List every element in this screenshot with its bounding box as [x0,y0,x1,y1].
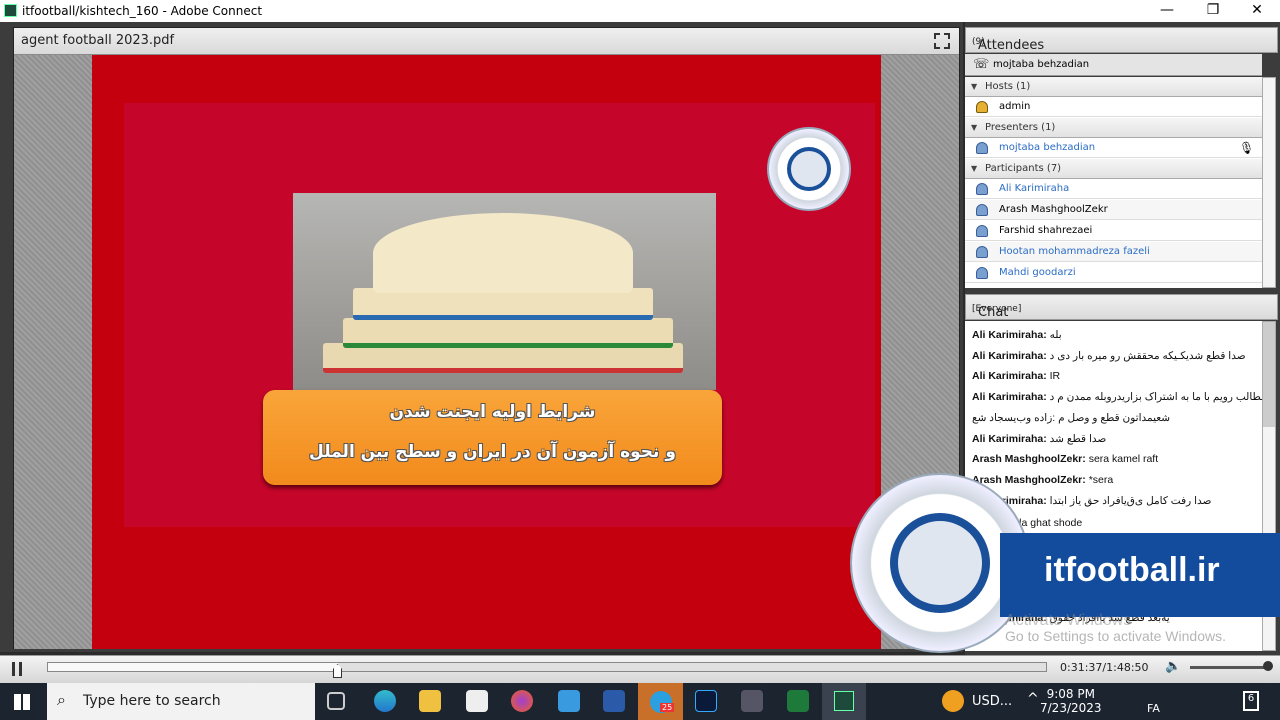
maximize-button[interactable]: ❐ [1190,0,1236,22]
tray-chevron-icon[interactable]: ^ [1027,691,1039,707]
group-participants[interactable]: ▼ Participants (7) [965,159,1262,179]
phone-icon: ☏ [973,57,990,72]
chat-sender: Arash MashghoolZekr: [972,473,1086,486]
chat-sender: Arash MashghoolZekr: [972,453,1086,466]
title-bar: itfootball/kishtech_160 - Adobe Connect … [0,0,1280,22]
user-icon [976,267,988,279]
adobe-connect-taskbar-button[interactable] [822,683,866,720]
playback-time: 0:31:37/1:48:50 [1060,661,1149,674]
app-icon [4,4,17,17]
chat-sender: Ali Karimiraha: [972,329,1047,341]
chat-message: Arash MashghoolZekr: sera kamel raft [972,453,1158,465]
chat-text: sera kamel raft [1088,453,1159,466]
currency-widget[interactable]: USD... [972,694,1012,709]
chat-header: Chat [Everyone] [965,294,1278,320]
edge-icon[interactable] [374,690,396,712]
attendee-row[interactable]: Ali Karimiraha [965,179,1262,199]
firefox-icon[interactable] [511,690,533,712]
microphone-icon: 🎙 [1239,141,1255,155]
close-button[interactable]: ✕ [1234,0,1280,22]
slide-title-banner: شرایط اولیه ایجنت شدن و نحوه آزمون آن در… [263,390,722,485]
word-icon[interactable] [603,690,625,712]
chat-text: *sera [1088,473,1114,486]
calculator-icon[interactable] [741,690,763,712]
attendee-list: ▼ Hosts (1) admin ▼ Presenters (1) mojtaba… [965,77,1262,288]
file-explorer-icon[interactable] [419,690,441,712]
search-placeholder: Type here to search [83,693,221,709]
notifications-icon[interactable]: 6 [1243,691,1259,711]
chat-sender: Ali Karimiraha: [972,432,1047,445]
windows-start-icon[interactable] [14,694,30,710]
mobile-user-icon [976,204,988,216]
attendee-admin[interactable]: admin [965,97,1262,117]
group-presenters[interactable]: ▼ Presenters (1) [965,118,1262,138]
chat-title: Chat [978,305,1009,320]
chat-text: شعیمداتون قطع و وصل م :زاده وب‌یسجاد شع [972,411,1171,424]
minimize-button[interactable]: — [1144,0,1190,22]
mobile-user-icon [976,225,988,237]
volume-handle[interactable] [1263,661,1273,671]
presenter-icon [976,142,988,154]
phone-user-row[interactable]: ☏ mojtaba behzadian [965,54,1262,76]
chat-message: Ali Karimiraha: صدا قطع شد [972,433,1106,445]
chat-message: Ali Karimiraha: صدا قطع شدیکـیکه محققش ر… [972,350,1246,362]
volume-icon[interactable]: 🔈 [1165,659,1181,674]
activate-windows-text: Go to Settings to activate Windows. [1005,628,1226,644]
chat-message: Ali Karimiraha: IR [972,370,1060,382]
pause-button[interactable] [12,662,22,676]
telegram-badge: 25 [660,703,675,712]
clock[interactable]: 9:08 PM 7/23/2023 [1040,687,1102,715]
chat-text: مطالب رویم با ما به اشتراک بزاریدروبله م… [1049,391,1262,404]
chat-text: صدا رفت کامل ی‌ق‌یافراد حق یاز ابتدا [1049,494,1212,507]
attendee-scrollbar[interactable] [1262,77,1276,288]
volume-slider[interactable] [1190,666,1268,669]
language-indicator[interactable]: FA [1147,702,1160,715]
currency-icon[interactable] [942,690,964,712]
attendee-presenter[interactable]: mojtaba behzadian 🎙 [965,138,1262,158]
adobe-connect-icon [834,691,854,711]
host-icon [976,101,988,113]
attendee-row[interactable]: Arash MashghoolZekr [965,200,1262,220]
chat-message: Arash MashghoolZekr: *sera [972,474,1113,486]
chat-message: Ali Karimiraha: بله [972,329,1062,341]
chat-message: Ali Karimiraha: مطالب رویم با ما به اشتر… [972,391,1262,403]
taskbar-search[interactable]: ⌕ Type here to search [47,683,315,720]
slide-title-line1: شرایط اولیه ایجنت شدن [389,402,596,422]
attendee-row[interactable]: Mahdi goodarzi [965,263,1262,283]
group-hosts[interactable]: ▼ Hosts (1) [965,77,1262,97]
slide-logo [767,127,851,211]
user-icon [976,246,988,258]
chat-sender: Ali Karimiraha: [972,391,1047,404]
books-image [293,193,716,390]
window-title: itfootball/kishtech_160 - Adobe Connect [22,4,263,18]
attendee-row[interactable]: Farshid shahrezaei [965,221,1262,241]
attendee-row[interactable]: Hootan mohammadreza fazeli [965,242,1262,262]
attendees-title: Attendees [978,38,1045,53]
task-view-icon[interactable] [327,692,345,710]
store-icon[interactable] [466,690,488,712]
chat-text: صدا قطع شد [1049,432,1107,445]
user-icon [976,183,988,195]
excel-icon[interactable] [787,690,809,712]
fullscreen-icon[interactable] [934,33,950,49]
telegram-taskbar-button[interactable]: 25 [638,683,683,720]
chat-text: IR [1049,370,1061,383]
attendees-header: Attendees (9) [965,27,1278,53]
chat-sender: Ali Karimiraha: [972,349,1047,362]
phone-user-name: mojtaba behzadian [993,59,1090,70]
pod-title: agent football 2023.pdf [21,33,175,48]
watermark-site: itfootball.ir [1044,551,1220,589]
pod-header: agent football 2023.pdf [14,28,959,54]
chat-message: شعیمداتون قطع و وصل م :زاده وب‌یسجاد شع [972,412,1170,424]
mail-icon[interactable] [558,690,580,712]
search-icon: ⌕ [57,690,66,709]
chat-sender: Ali Karimiraha: [972,370,1047,383]
chat-text: بله [1049,329,1062,341]
seek-progress [48,663,338,671]
itfootball-watermark-banner: itfootball.ir [1000,533,1280,617]
photoshop-icon[interactable] [695,690,717,712]
slide-title-line2: و نحوه آزمون آن در ایران و سطح بین الملل [309,442,676,462]
chat-text: صدا قطع شدیکـیکه محققش رو میره بار دی د [1049,349,1246,362]
chat-scroll-thumb[interactable] [1263,322,1275,427]
